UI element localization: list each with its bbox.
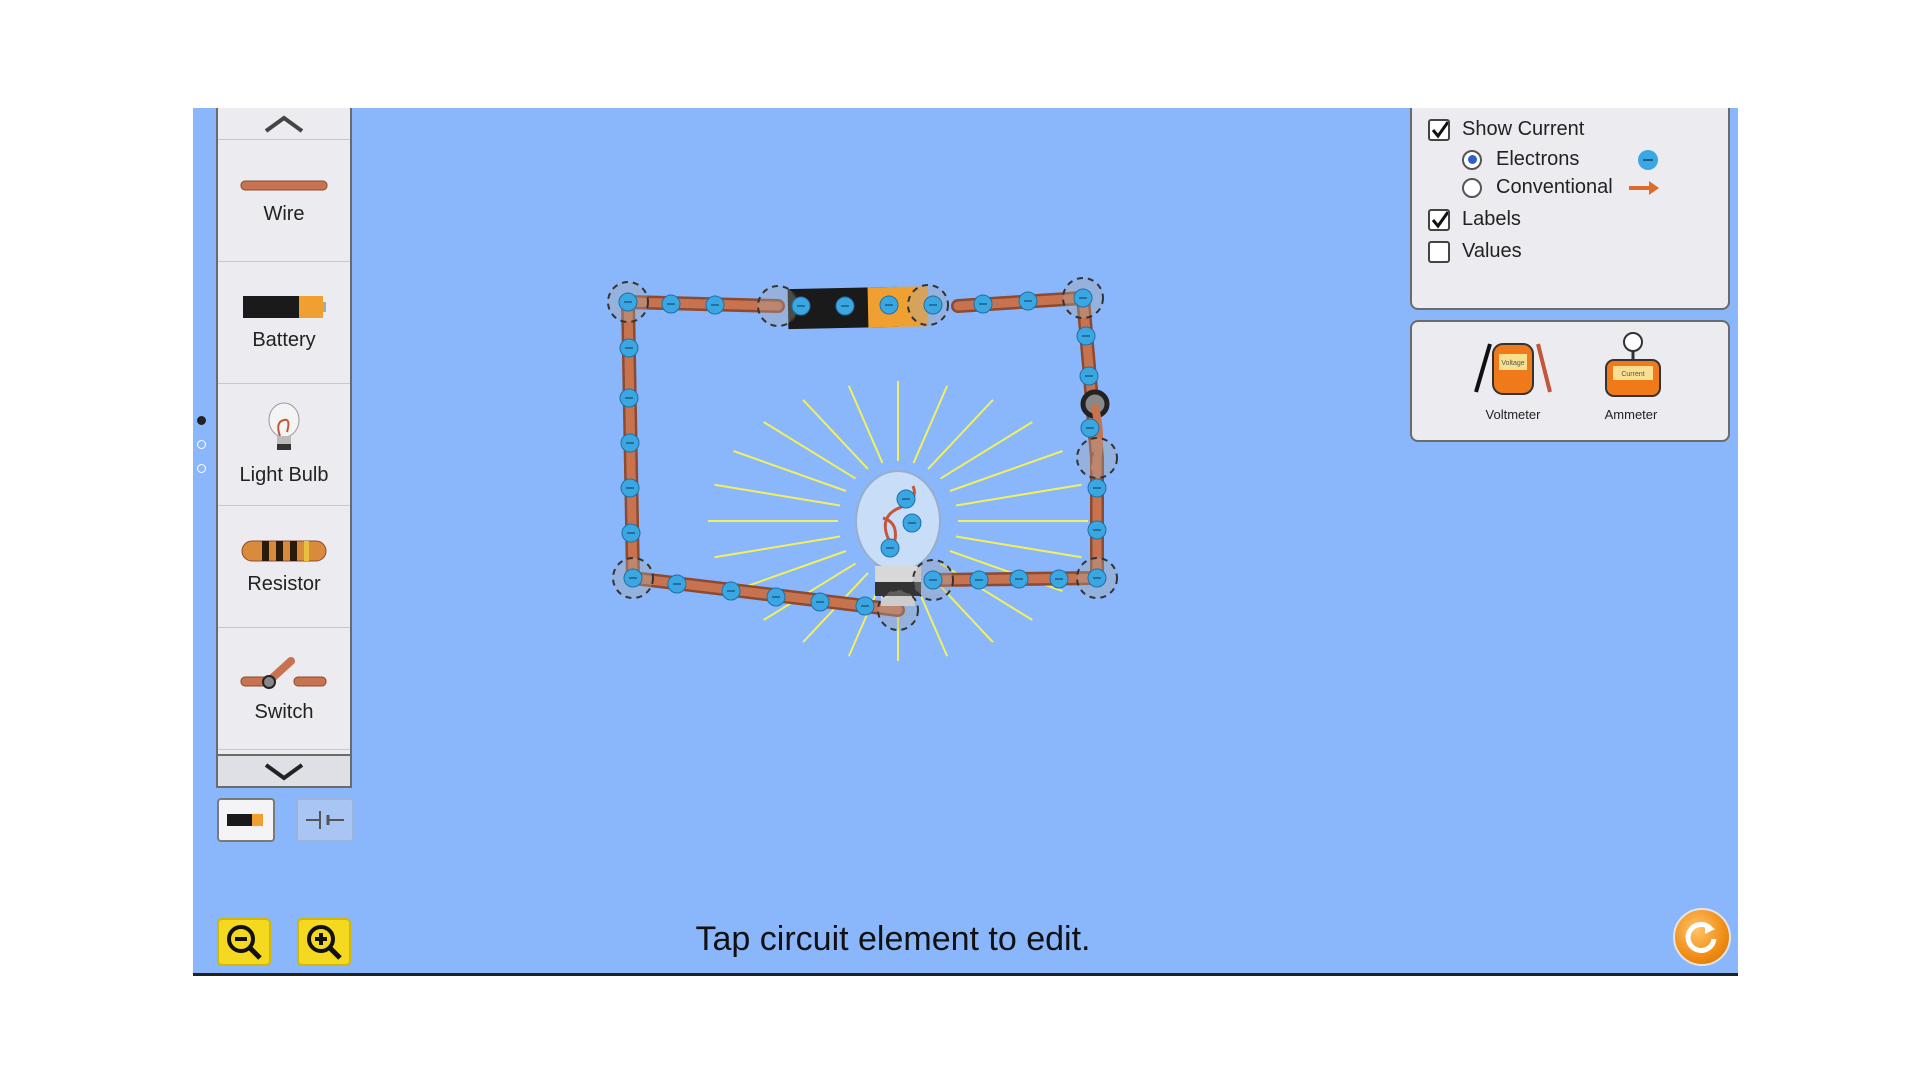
measurement-tools-panel: Voltage Voltmeter Current Ammeter [1410,320,1730,442]
toolbox-item-wire[interactable]: Wire [218,140,350,262]
voltmeter-face-text: Voltage [1501,360,1524,367]
light-ray [802,399,869,470]
voltmeter-label: Voltmeter [1485,407,1541,422]
radio-selected-dot [1467,155,1477,164]
resistor-icon [241,540,327,562]
toolbox-item-resistor[interactable]: Resistor [218,506,350,628]
values-label: Values [1462,240,1522,262]
junction-node [1076,437,1118,479]
toolbox-page-indicator [197,416,206,488]
show-current-row[interactable]: Show Current [1428,118,1584,141]
lifelike-view-button[interactable] [217,798,275,842]
light-ray [927,399,994,470]
control-panel: Show Current Electrons Conventional Labe… [1410,108,1730,310]
values-checkbox[interactable] [1428,240,1450,263]
voltmeter-tool[interactable]: Voltage Voltmeter [1458,330,1568,422]
conventional-row[interactable]: Conventional [1462,176,1661,199]
toolbox-item-label: Switch [254,701,314,723]
toolbox-item-label: Battery [252,329,316,351]
schematic-view-button[interactable] [296,798,354,842]
reset-icon [1685,922,1717,953]
zoom-out-button[interactable] [217,918,271,966]
zoom-in-icon [307,925,342,960]
light-ray [912,385,949,464]
circuit-wires [621,291,1104,617]
electrons [618,288,1107,616]
page-dot-3[interactable] [197,464,206,473]
checkmark-icon [1431,120,1448,138]
light-ray [955,535,1082,559]
battery-icon [243,296,326,318]
values-row[interactable]: Values [1428,240,1522,263]
labels-row[interactable]: Labels [1428,208,1521,231]
labels-checkbox[interactable] [1428,208,1450,231]
light-ray [733,550,847,592]
conventional-radio[interactable] [1462,177,1482,198]
toolbox-item-battery[interactable]: Battery [218,262,350,384]
arrow-right-icon [1628,180,1659,195]
ammeter-label: Ammeter [1604,407,1658,422]
light-ray [955,483,1082,507]
light-ray [949,450,1063,492]
electrons-label: Electrons [1496,148,1580,170]
battery-icon [227,814,263,826]
light-ray [733,450,847,492]
electrons-row[interactable]: Electrons [1462,148,1659,171]
electron-icon [1638,149,1659,170]
toolbox-item-switch[interactable]: Switch [218,628,350,750]
toolbox-item-label: Wire [263,203,305,225]
light-ray [939,421,1033,480]
junction-node [877,589,919,631]
show-current-checkbox[interactable] [1428,118,1450,141]
page-dot-1[interactable] [197,416,206,425]
conventional-label: Conventional [1496,176,1613,198]
electrons-radio[interactable] [1462,149,1482,170]
zoom-out-icon [227,925,262,960]
chevron-down-icon [264,763,304,781]
ammeter-face-text: Current [1621,371,1644,378]
sim-play-area: Wire Battery Light Bulb Resistor Switch [193,108,1738,976]
reset-all-button[interactable] [1673,908,1731,966]
schematic-battery-icon [306,811,344,829]
wire-icon [240,180,328,191]
toolbox-scroll-down-button[interactable] [218,754,350,786]
ammeter-tool[interactable]: Current Ammeter [1576,330,1686,422]
toolbox-item-light-bulb[interactable]: Light Bulb [218,384,350,506]
ammeter-icon: Current [1605,332,1661,397]
checkmark-icon [1431,210,1448,228]
light-ray [763,421,857,480]
zoom-in-button[interactable] [297,918,351,966]
switch-icon [240,657,327,689]
toolbox-item-label: Resistor [247,573,321,595]
page-dot-2[interactable] [197,440,206,449]
toolbox-item-label: Light Bulb [239,464,329,486]
light-ray [847,385,884,464]
component-toolbox: Wire Battery Light Bulb Resistor Switch [216,108,352,788]
light-ray [714,483,841,507]
voltmeter-icon: Voltage [1474,343,1552,395]
toolbox-scroll-up-button[interactable] [218,108,350,140]
labels-label: Labels [1462,208,1521,230]
wire-segment [623,297,783,311]
show-current-label: Show Current [1462,118,1585,140]
chevron-up-icon [264,115,304,133]
light-bulb-icon [268,402,300,450]
status-message: Tap circuit element to edit. [695,920,1091,958]
light-ray [714,535,841,559]
